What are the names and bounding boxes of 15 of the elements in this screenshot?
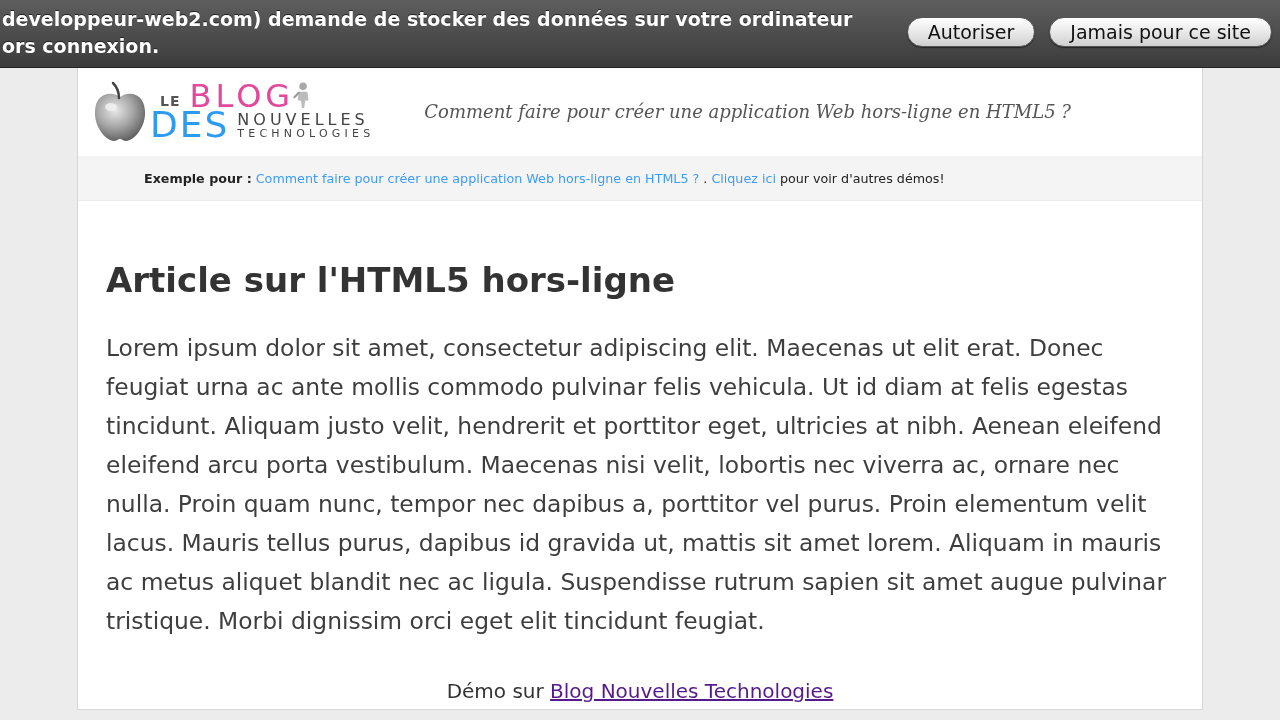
logo-word: TECHNOLOGIES [237,127,375,139]
apple-icon [92,81,148,143]
logo-word: BLOG [189,82,295,110]
logo-word: DES [150,110,230,140]
logo-word: NOUVELLES [237,111,370,127]
never-button[interactable]: Jamais pour ce site [1049,16,1272,47]
article-title: Article sur l'HTML5 hors-ligne [106,259,677,302]
logo-word: LE [160,94,181,108]
blog-link[interactable]: Blog Nouvelles Technologies [550,679,834,703]
article-body: Lorem ipsum dolor sit amet, consectetur adipiscing elit. Maecenas ut elit erat. Donec feugiat urna ac ante mollis commodo pulvinar felis vehicula. Ut id diam at felis egestas tincidunt. Aliquam justo velit, hendrerit et porttitor eget, ultricies at nibh. Aenean eleifend eleifend arcu porta vestibulum. Maecenas nisi velit, lobortis nec viverra ac, ornare nec nulla. Proin quam nunc, tempor nec dapibus a, porttitor vel purus. Proin elementum velit lacus. Mauris tellus purus, dapibus id gravida ut, mattis sit amet lorem. Aliquam in mauris ac metus aliquet blandit nec ac ligula. Suspendisse rutrum sapien sit amet augue pulvinar tristique. Morbi dignissim orci eget elit tincidunt feugiat. [106,333,1167,637]
tagline: Comment faire pour créer une application Web hors-ligne en HTML5 ? [424,100,1071,122]
footer-text: Démo sur Blog Nouvelles Technologies [445,679,835,703]
example-note: Exemple pour : Comment faire pour créer une application Web hors-ligne en HTML5 ? . Cliquez ici pour voir d'autres démos! [144,170,945,186]
allow-button[interactable]: Autoriser [906,16,1036,47]
storage-request-message: developpeur-web2.com) demande de stocker des données sur votre ordinateur ors connexion. [2,6,853,59]
